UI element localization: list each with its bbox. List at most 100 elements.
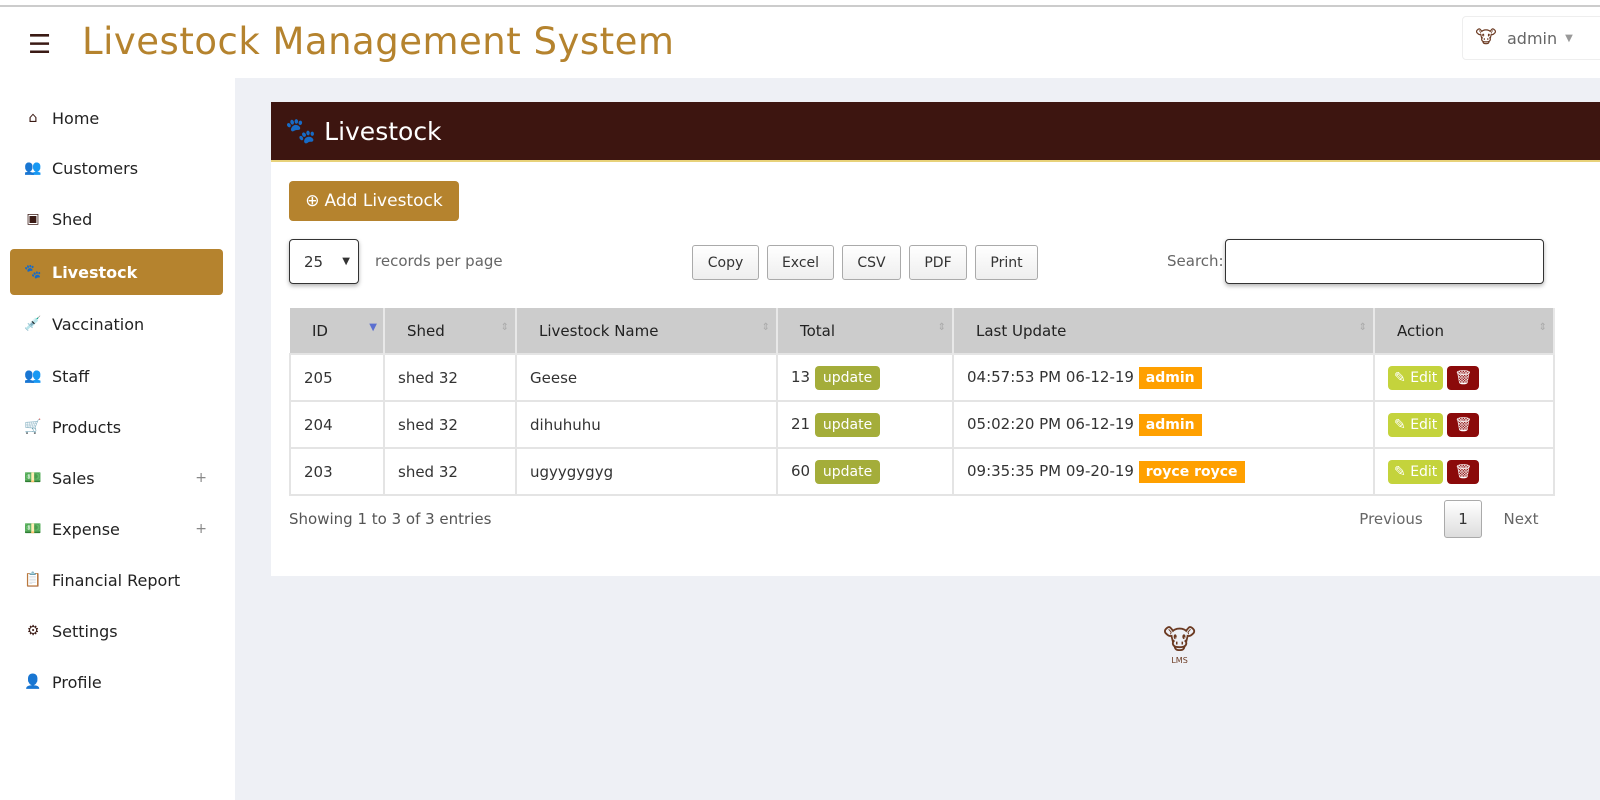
- header-label: Livestock Name: [539, 321, 659, 340]
- syringe-icon: 💉: [24, 316, 42, 332]
- previous-page-button[interactable]: Previous: [1351, 500, 1431, 538]
- sidebar-item-profile[interactable]: 👤 Profile: [10, 659, 223, 705]
- cell-id: 204: [289, 400, 385, 449]
- next-page-button[interactable]: Next: [1496, 500, 1546, 538]
- edit-button[interactable]: ✎ Edit: [1388, 412, 1444, 437]
- updated-by-badge: admin: [1138, 413, 1202, 436]
- sidebar-item-settings[interactable]: ⚙ Settings: [10, 608, 223, 654]
- total-value: 60: [791, 461, 811, 480]
- username: admin: [1507, 28, 1558, 48]
- delete-button[interactable]: 🗑: [1447, 459, 1480, 484]
- cell-last-update: 09:35:35 PM 09-20-19 royce royce: [952, 447, 1375, 496]
- edit-button[interactable]: ✎ Edit: [1388, 365, 1444, 390]
- column-header-last-update[interactable]: Last Update ⇕: [953, 308, 1375, 354]
- updated-by-badge: admin: [1138, 366, 1202, 389]
- edit-button[interactable]: ✎ Edit: [1388, 459, 1444, 484]
- users-icon: 👥: [24, 368, 42, 384]
- sidebar-item-home[interactable]: ⌂ Home: [10, 95, 223, 141]
- cow-logo-icon: 🐮: [1475, 27, 1497, 48]
- caret-down-icon: ▼: [342, 256, 350, 267]
- sidebar-item-shed[interactable]: ▣ Shed: [10, 196, 223, 242]
- sidebar-item-livestock[interactable]: 🐾 Livestock: [10, 249, 223, 295]
- livestock-panel: 🐾 Livestock ⊕ Add Livestock 25 ▼ records…: [271, 102, 1600, 576]
- sidebar-item-label: Products: [52, 417, 122, 437]
- paw-icon: 🐾: [24, 264, 42, 280]
- table-info: Showing 1 to 3 of 3 entries: [289, 510, 492, 528]
- header-label: Action: [1397, 321, 1444, 340]
- column-header-name[interactable]: Livestock Name ⇕: [516, 308, 778, 354]
- sort-icon: ⇕: [1358, 322, 1367, 333]
- update-time: 04:57:53 PM 06-12-19: [967, 367, 1134, 386]
- add-livestock-button[interactable]: ⊕ Add Livestock: [289, 181, 459, 221]
- expand-icon[interactable]: +: [195, 521, 207, 537]
- cell-id: 205: [289, 353, 385, 402]
- delete-button[interactable]: 🗑: [1447, 412, 1480, 437]
- column-header-id[interactable]: ID ▼: [290, 308, 385, 354]
- sidebar-item-products[interactable]: 🛒 Products: [10, 404, 223, 450]
- sidebar-item-expense[interactable]: 💵 Expense +: [10, 506, 223, 552]
- archive-icon: ▣: [26, 211, 40, 227]
- main-content: 🐾 Livestock ⊕ Add Livestock 25 ▼ records…: [235, 78, 1600, 800]
- cell-last-update: 04:57:53 PM 06-12-19 admin: [952, 353, 1375, 402]
- sidebar-item-label: Profile: [52, 672, 102, 692]
- cell-shed: shed 32: [383, 353, 517, 402]
- expand-icon[interactable]: +: [195, 470, 207, 486]
- sidebar-item-label: Home: [52, 108, 100, 128]
- page-1-button[interactable]: 1: [1444, 500, 1482, 538]
- sidebar-item-customers[interactable]: 👥 Customers: [10, 145, 223, 191]
- sidebar-item-staff[interactable]: 👥 Staff: [10, 353, 223, 399]
- page-size-value: 25: [304, 252, 324, 271]
- cell-name: dihuhuhu: [515, 400, 778, 449]
- update-time: 09:35:35 PM 09-20-19: [967, 461, 1134, 480]
- header-label: Shed: [407, 321, 445, 340]
- cell-action: ✎ Edit 🗑: [1373, 353, 1555, 402]
- sidebar-item-label: Customers: [52, 158, 139, 178]
- updated-by-badge: royce royce: [1138, 460, 1245, 483]
- delete-button[interactable]: 🗑: [1447, 365, 1480, 390]
- sidebar-item-label: Sales: [52, 468, 95, 488]
- sidebar-item-label: Settings: [52, 621, 118, 641]
- header-label: ID: [312, 321, 328, 340]
- page-size-select[interactable]: 25 ▼: [289, 239, 359, 284]
- users-icon: 👥: [24, 160, 42, 176]
- sidebar-item-label: Vaccination: [52, 314, 145, 334]
- column-header-action[interactable]: Action ⇕: [1374, 308, 1555, 354]
- copy-button[interactable]: Copy: [692, 245, 759, 280]
- csv-button[interactable]: CSV: [842, 245, 901, 280]
- column-header-shed[interactable]: Shed ⇕: [384, 308, 517, 354]
- update-button[interactable]: update: [814, 412, 881, 437]
- edit-icon: ✎: [1394, 416, 1406, 433]
- total-value: 13: [791, 367, 811, 386]
- top-border: [0, 5, 1600, 7]
- sidebar-item-label: Livestock: [52, 262, 138, 282]
- sort-icon: ⇕: [937, 322, 946, 333]
- search-input[interactable]: [1225, 239, 1544, 284]
- update-button[interactable]: update: [814, 365, 881, 390]
- sidebar-item-sales[interactable]: 💵 Sales +: [10, 455, 223, 501]
- cell-id: 203: [289, 447, 385, 496]
- livestock-table: ID ▼ Shed ⇕ Livestock Name ⇕ Total ⇕ Last Up…: [289, 308, 1555, 496]
- excel-button[interactable]: Excel: [767, 245, 834, 280]
- print-button[interactable]: Print: [975, 245, 1038, 280]
- footer-logo: 🐮 LMS: [1163, 623, 1197, 665]
- user-icon: 👤: [24, 674, 42, 690]
- cell-total: 13 update: [776, 353, 954, 402]
- home-icon: ⌂: [28, 110, 38, 126]
- user-menu[interactable]: 🐮 admin ▼: [1462, 16, 1600, 60]
- sidebar-item-vaccination[interactable]: 💉 Vaccination: [10, 301, 223, 347]
- pdf-button[interactable]: PDF: [909, 245, 967, 280]
- panel-header: 🐾 Livestock: [271, 102, 1600, 162]
- update-button[interactable]: update: [814, 459, 881, 484]
- menu-toggle-icon[interactable]: ☰: [28, 30, 51, 60]
- sort-desc-icon: ▼: [369, 322, 377, 333]
- column-header-total[interactable]: Total ⇕: [777, 308, 954, 354]
- cell-total: 21 update: [776, 400, 954, 449]
- records-per-page-label: records per page: [375, 252, 503, 270]
- cell-total: 60 update: [776, 447, 954, 496]
- sort-icon: ⇕: [1538, 322, 1547, 333]
- sidebar-item-label: Shed: [52, 209, 93, 229]
- sidebar-item-financial-report[interactable]: 📋 Financial Report: [10, 557, 223, 603]
- sort-icon: ⇕: [500, 322, 509, 333]
- cell-name: Geese: [515, 353, 778, 402]
- total-value: 21: [791, 414, 811, 433]
